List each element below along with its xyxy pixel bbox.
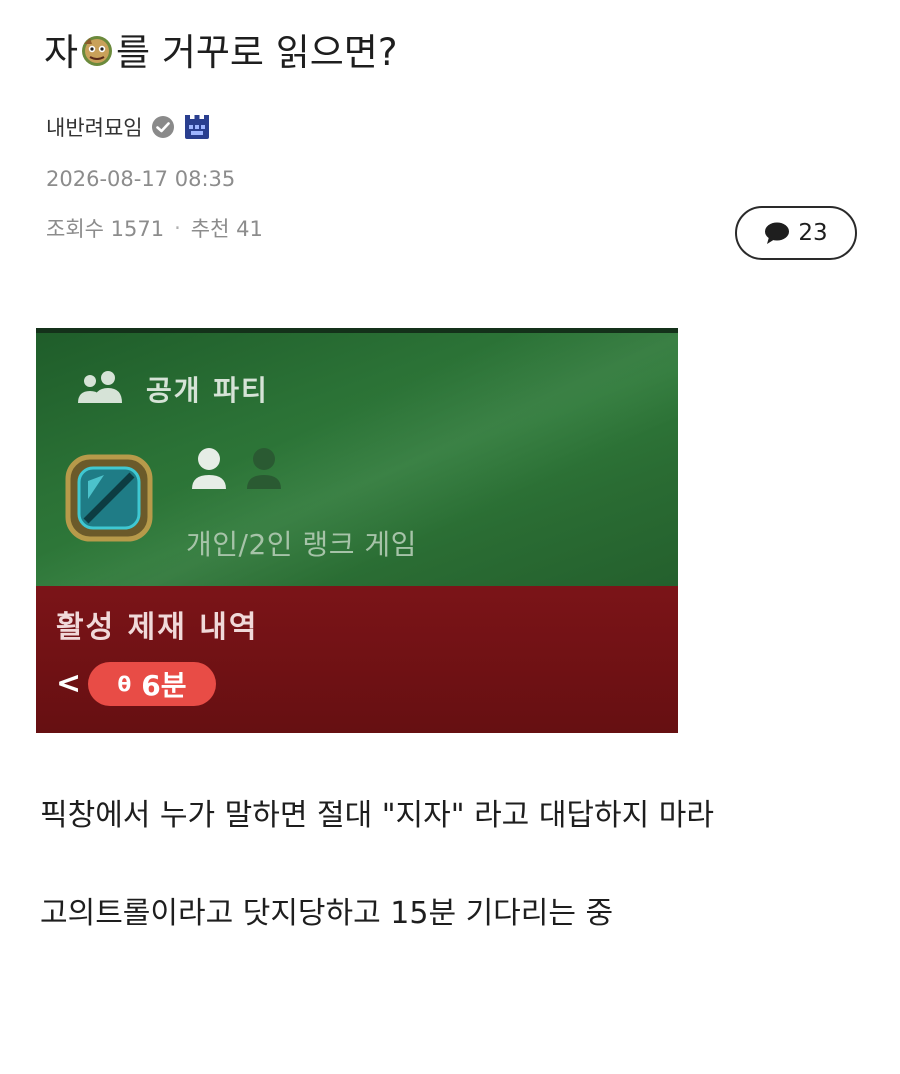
body-line-2: 고의트롤이라고 닷지당하고 15분 기다리는 중	[40, 896, 614, 931]
penalty-timer: θ 6분	[88, 662, 216, 706]
post-title: 자 를 거꾸로 읽으면?	[44, 22, 398, 76]
emoji-face-icon	[82, 36, 113, 66]
game-screenshot: 공개 파티 개인/2인 랭크 게임 활성 제재 내역 < θ 6분	[36, 328, 678, 733]
comment-count: 23	[798, 220, 828, 246]
timer-value: 6분	[141, 669, 187, 702]
verified-badge-icon	[151, 116, 174, 138]
body-line-1: 픽창에서 누가 말하면 절대 "지자" 라고 대답하지 마라	[40, 798, 714, 833]
title-text-end: 를 거꾸로 읽으면?	[116, 31, 398, 74]
penalty-title: 활성 제재 내역	[56, 610, 259, 645]
party-icon	[78, 371, 122, 403]
penalty-panel: 활성 제재 내역 < θ 6분	[36, 586, 678, 733]
queue-persons-icon	[192, 448, 281, 489]
party-panel: 공개 파티 개인/2인 랭크 게임	[36, 328, 678, 586]
chevron-left-icon[interactable]: <	[56, 666, 81, 701]
timer-icon: θ	[117, 672, 132, 696]
party-label: 공개 파티	[146, 374, 269, 407]
post-date: 2026-08-17 08:35	[46, 167, 236, 191]
queue-type: 개인/2인 랭크 게임	[186, 528, 417, 561]
author-name[interactable]: 내반려묘임	[46, 112, 143, 142]
level-badge-icon	[184, 115, 209, 139]
stats-separator: ·	[174, 216, 181, 240]
party-header: 공개 파티	[76, 369, 269, 409]
comment-count-button[interactable]: 23	[735, 206, 857, 260]
post-stats: 조회수 1571 · 추천 41	[46, 213, 263, 243]
rank-emblem-icon	[65, 454, 153, 542]
recommend-count: 추천 41	[190, 217, 263, 241]
comment-bubble-icon	[765, 222, 790, 244]
view-count: 조회수 1571	[46, 217, 165, 241]
title-text-start: 자	[44, 31, 79, 74]
author-row: 내반려묘임	[46, 112, 211, 142]
